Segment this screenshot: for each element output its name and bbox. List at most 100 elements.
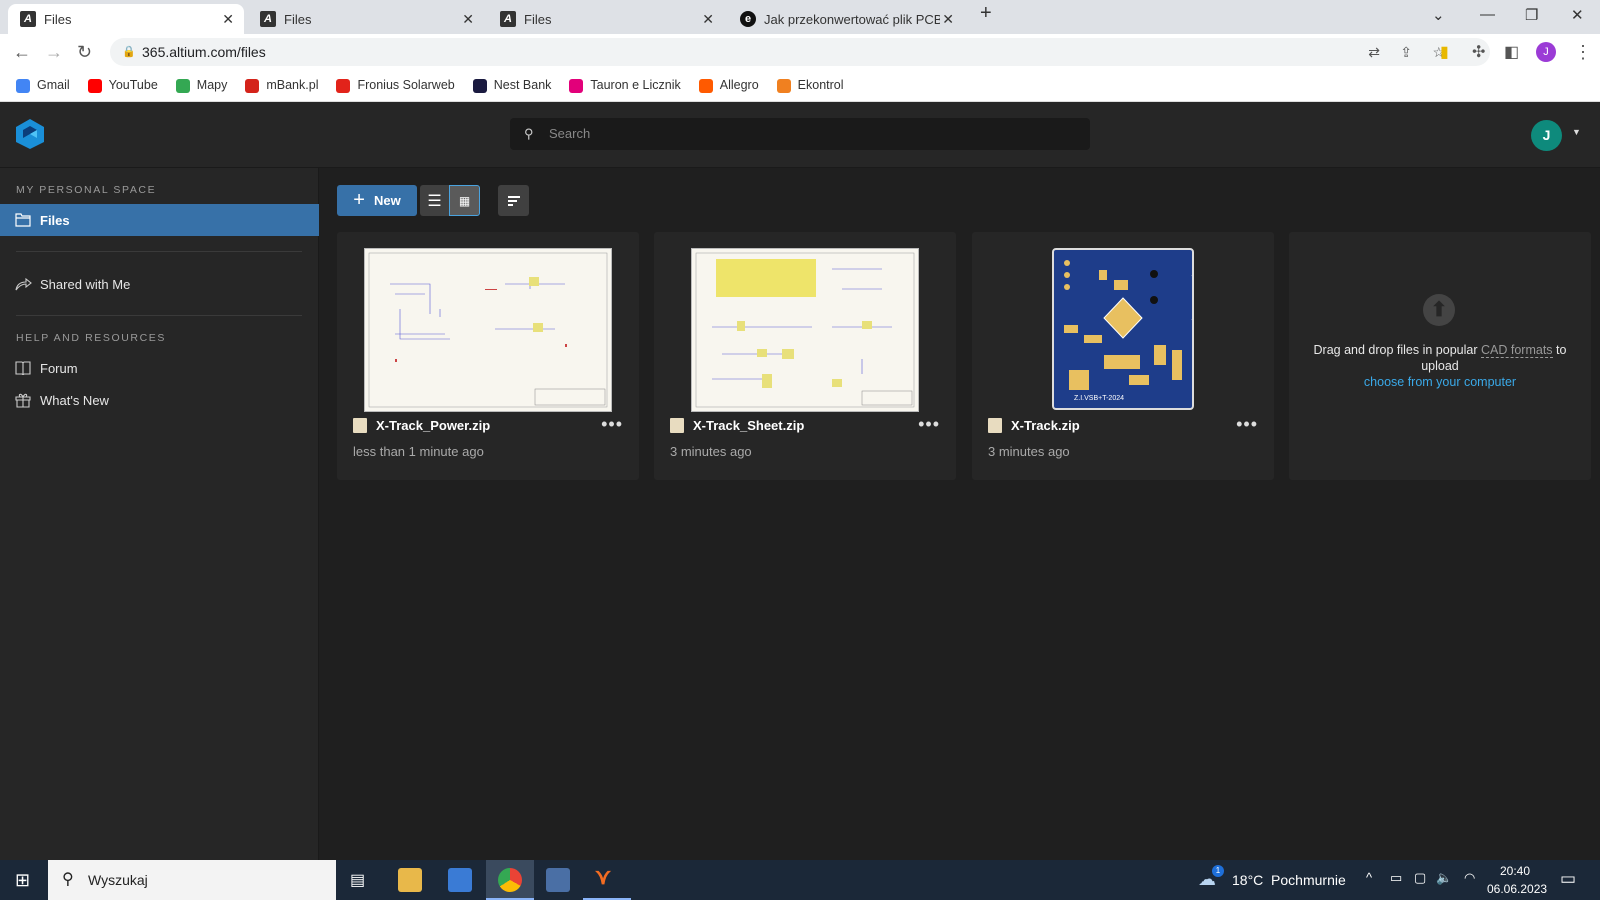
bookmark-item[interactable]: mBank.pl [245, 78, 318, 93]
sidebar-item-forum[interactable]: Forum [0, 352, 319, 384]
file-name[interactable]: X-Track_Power.zip [353, 418, 490, 433]
share-arrow-icon [15, 277, 32, 291]
calculator-icon[interactable] [546, 868, 570, 892]
file-name[interactable]: X-Track_Sheet.zip [670, 418, 804, 433]
tab-search-icon[interactable]: ⌄ [1432, 6, 1445, 24]
extensions-puzzle-icon[interactable]: ✣ [1472, 42, 1485, 62]
file-card[interactable]: X-Track_Power.zip less than 1 minute ago… [337, 232, 639, 480]
cad-formats-link[interactable]: CAD formats [1481, 343, 1553, 358]
app-header: ⚲ Search J ▼ [0, 102, 1600, 168]
battery-icon[interactable]: ▭ [1390, 870, 1402, 886]
bookmark-item[interactable]: Allegro [698, 78, 759, 93]
taskbar-search-text: Wyszukaj [88, 872, 148, 888]
bookmark-item[interactable]: YouTube [87, 78, 158, 93]
file-card[interactable]: Z.I.VSB+T-2024 X-Track.zip 3 minutes ago… [972, 232, 1274, 480]
browser-tab-bar: A Files ✕ A Files ✕ A Files ✕ e Jak przekonwert… [0, 0, 1600, 34]
minimize-button[interactable]: — [1480, 6, 1495, 23]
weather-badge: 1 [1212, 865, 1224, 877]
sidebar-item-label: Shared with Me [40, 276, 131, 292]
more-options-icon[interactable]: ••• [601, 414, 623, 435]
browser-tab[interactable]: A Files ✕ [8, 4, 244, 34]
bookmark-label: Gmail [37, 78, 70, 93]
upload-instruction: Drag and drop files in popular [1313, 343, 1478, 357]
bookmark-item[interactable]: Ekontrol [776, 78, 844, 93]
camera-icon[interactable]: ▢ [1414, 870, 1426, 886]
file-icon [670, 418, 684, 433]
extension-icon[interactable]: ▮ [1440, 42, 1449, 62]
restore-button[interactable]: ❐ [1525, 6, 1538, 24]
altium-logo-icon[interactable] [15, 118, 45, 150]
reload-button[interactable]: ↻ [77, 42, 92, 63]
upload-dropzone[interactable]: ⬆ Drag and drop files in popular CAD for… [1289, 232, 1591, 480]
clock-date[interactable]: 06.06.2023 [1487, 882, 1547, 896]
bookmark-item[interactable]: Gmail [16, 78, 70, 93]
more-options-icon[interactable]: ••• [1236, 414, 1258, 435]
more-options-icon[interactable]: ••• [918, 414, 940, 435]
close-tab-icon[interactable]: ✕ [462, 11, 474, 28]
profile-avatar[interactable]: J [1536, 42, 1556, 62]
tray-chevron-icon[interactable]: ^ [1366, 870, 1372, 885]
choose-from-computer-link[interactable]: choose from your computer [1364, 375, 1516, 389]
clock-time[interactable]: 20:40 [1500, 864, 1530, 878]
file-modified-time: 3 minutes ago [670, 444, 752, 459]
file-card[interactable]: X-Track_Sheet.zip 3 minutes ago ••• [654, 232, 956, 480]
close-window-button[interactable]: ✕ [1571, 6, 1584, 24]
altium-taskbar-button[interactable]: ⋎ [583, 860, 631, 900]
file-icon [988, 418, 1002, 433]
sort-button[interactable] [498, 185, 529, 216]
sidebar-item-whats-new[interactable]: What's New [0, 384, 319, 416]
side-panel-icon[interactable]: ◧ [1504, 42, 1519, 62]
taskbar-search[interactable]: ⚲ Wyszukaj [48, 860, 336, 900]
user-menu-chevron-icon[interactable]: ▼ [1572, 127, 1581, 137]
bookmark-item[interactable]: Tauron e Licznik [569, 78, 681, 93]
divider [16, 315, 302, 316]
lock-icon: 🔒 [122, 46, 136, 58]
sidebar-item-shared[interactable]: Shared with Me [0, 268, 319, 300]
list-view-button[interactable]: ☰ [420, 185, 449, 216]
notifications-icon[interactable]: ▭ [1560, 869, 1576, 889]
browser-tab[interactable]: A Files ✕ [248, 4, 484, 34]
upload-icon: ⬆ [1423, 294, 1455, 326]
sidebar-item-files[interactable]: Files [0, 204, 319, 236]
browser-tab[interactable]: A Files ✕ [488, 4, 724, 34]
user-avatar[interactable]: J [1531, 120, 1562, 151]
task-view-icon[interactable]: ▤ [350, 870, 365, 890]
new-button-label: New [373, 193, 401, 208]
forward-button[interactable]: → [45, 42, 63, 63]
file-name-text: X-Track.zip [1011, 418, 1080, 433]
bookmark-label: Ekontrol [797, 78, 844, 93]
bookmark-item[interactable]: Nest Bank [472, 78, 551, 93]
new-tab-button[interactable]: + [980, 2, 992, 25]
microsoft-store-icon[interactable] [448, 868, 472, 892]
pcb-thumbnail: Z.I.VSB+T-2024 [1052, 248, 1208, 410]
windows-start-icon[interactable]: ⊞ [15, 870, 30, 891]
url-input[interactable]: 🔒 365.altium.com/files ⇄ ⇪ ☆ [110, 38, 1490, 66]
close-tab-icon[interactable]: ✕ [942, 11, 954, 28]
close-tab-icon[interactable]: ✕ [222, 11, 234, 28]
windows-taskbar: ⊞ ⚲ Wyszukaj ▤ ⋎ ☁ 1 18°C Pochmurnie ^ ▭ … [0, 860, 1600, 900]
translate-icon[interactable]: ⇄ [1368, 38, 1380, 66]
bookmark-favicon-icon [569, 78, 584, 93]
volume-icon[interactable]: 🔈 [1436, 870, 1452, 886]
back-button[interactable]: ← [13, 42, 31, 63]
bookmark-item[interactable]: Fronius Solarweb [336, 78, 455, 93]
weather-text[interactable]: 18°C Pochmurnie [1232, 872, 1346, 888]
file-explorer-icon[interactable] [398, 868, 422, 892]
browser-menu-icon[interactable]: ⋮ [1574, 42, 1592, 63]
search-input[interactable]: ⚲ Search [510, 118, 1090, 150]
bookmark-favicon-icon [16, 78, 30, 93]
wifi-icon[interactable]: ◠ [1464, 870, 1475, 886]
bookmark-favicon-icon [776, 78, 791, 93]
list-icon: ☰ [427, 192, 442, 210]
grid-view-button[interactable]: ▦ [449, 185, 480, 216]
file-name[interactable]: X-Track.zip [988, 418, 1080, 433]
section-heading: MY PERSONAL SPACE [16, 184, 157, 196]
close-tab-icon[interactable]: ✕ [702, 11, 714, 28]
chrome-taskbar-button[interactable] [486, 860, 534, 900]
bookmark-label: Tauron e Licznik [590, 78, 681, 93]
search-icon: ⚲ [62, 871, 74, 888]
bookmark-item[interactable]: Mapy [175, 78, 227, 93]
new-button[interactable]: + New [337, 185, 417, 216]
share-icon[interactable]: ⇪ [1400, 38, 1412, 66]
browser-tab[interactable]: e Jak przekonwertować plik PCBDC✕ [728, 4, 964, 34]
